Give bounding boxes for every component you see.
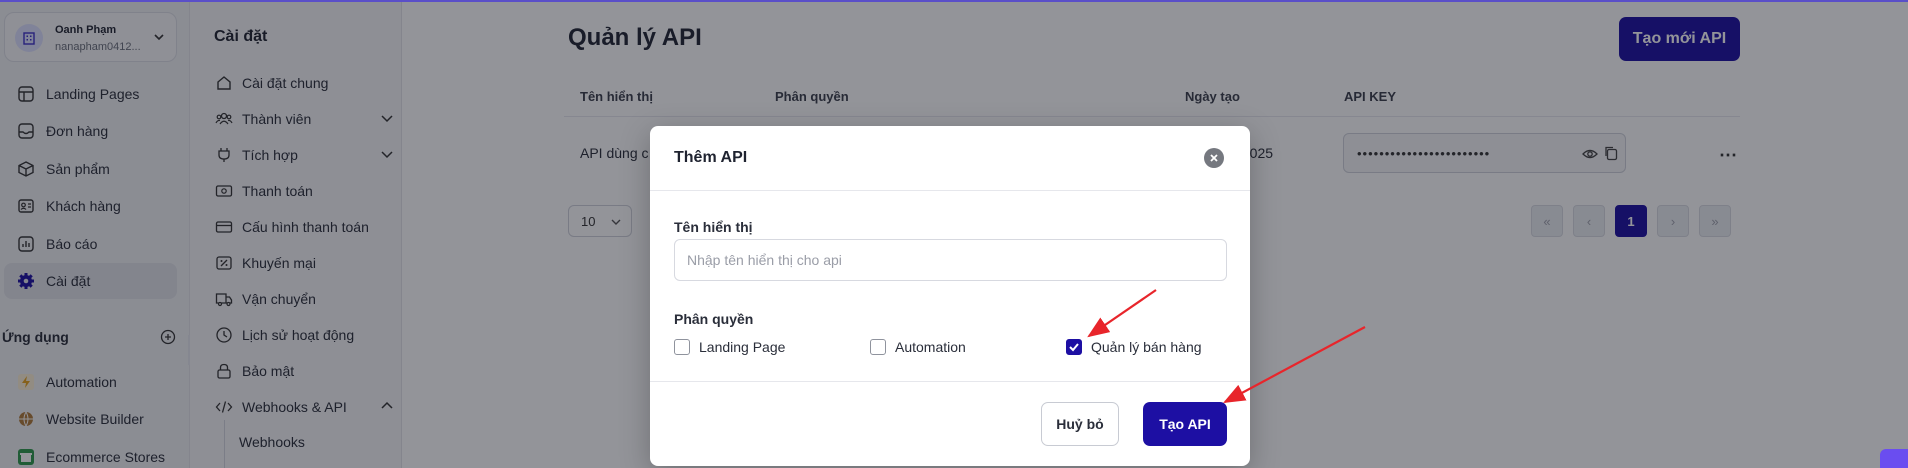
permission-landing-page[interactable]: Landing Page	[674, 339, 785, 355]
modal-divider-top	[650, 190, 1250, 191]
permission-label: Quản lý bán hàng	[1091, 339, 1202, 355]
display-name-input[interactable]	[674, 239, 1227, 281]
automation-checkbox[interactable]	[870, 339, 886, 355]
sales-management-checkbox[interactable]	[1066, 339, 1082, 355]
permission-label: Landing Page	[699, 339, 786, 355]
top-accent-bar	[0, 0, 1908, 2]
modal-title: Thêm API	[674, 149, 748, 166]
modal-divider-bottom	[650, 381, 1250, 382]
cancel-button[interactable]: Huỷ bỏ	[1041, 402, 1119, 446]
close-icon[interactable]	[1204, 148, 1224, 168]
permission-label: Automation	[895, 339, 966, 355]
permissions-label: Phân quyền	[674, 311, 754, 327]
landing-page-checkbox[interactable]	[674, 339, 690, 355]
checkmark-icon	[1069, 343, 1079, 352]
permission-automation[interactable]: Automation	[870, 339, 966, 355]
support-chat-button[interactable]	[1880, 449, 1908, 468]
add-api-modal: Thêm API Tên hiển thị Phân quyền Landing…	[650, 126, 1250, 466]
permission-sales-management[interactable]: Quản lý bán hàng	[1066, 339, 1202, 355]
display-name-label: Tên hiển thị	[674, 219, 753, 235]
create-api-submit-button[interactable]: Tạo API	[1143, 402, 1227, 446]
